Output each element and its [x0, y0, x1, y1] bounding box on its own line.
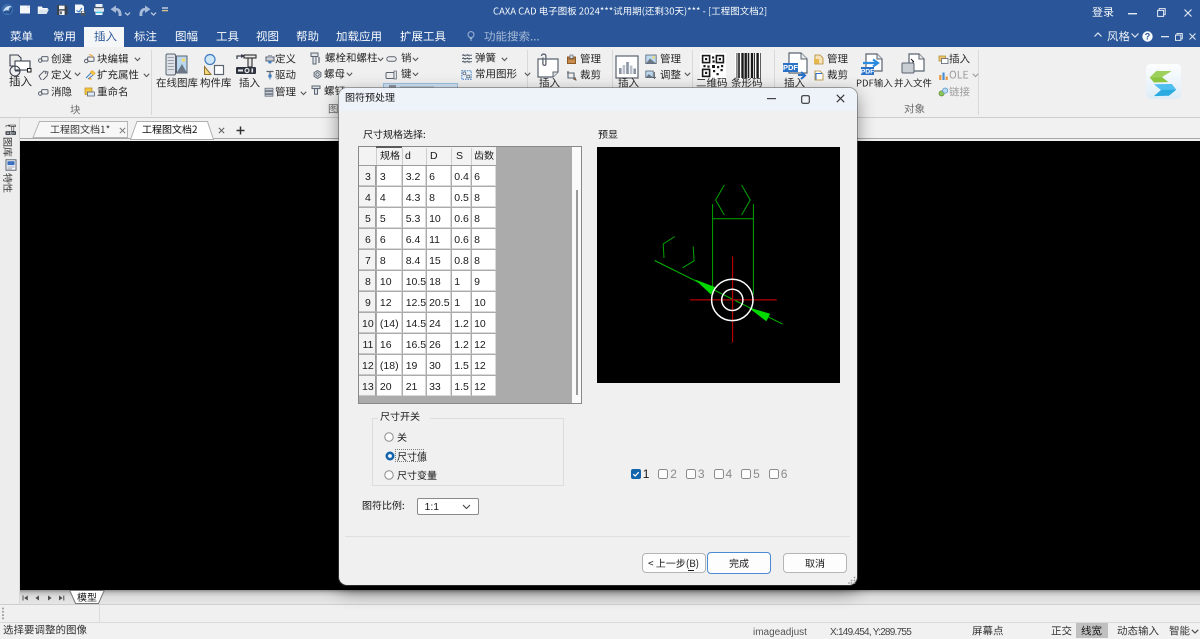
- svg-text:?: ?: [1145, 31, 1151, 41]
- svg-text:PDF: PDF: [783, 63, 798, 72]
- svg-text:PDF: PDF: [861, 68, 875, 75]
